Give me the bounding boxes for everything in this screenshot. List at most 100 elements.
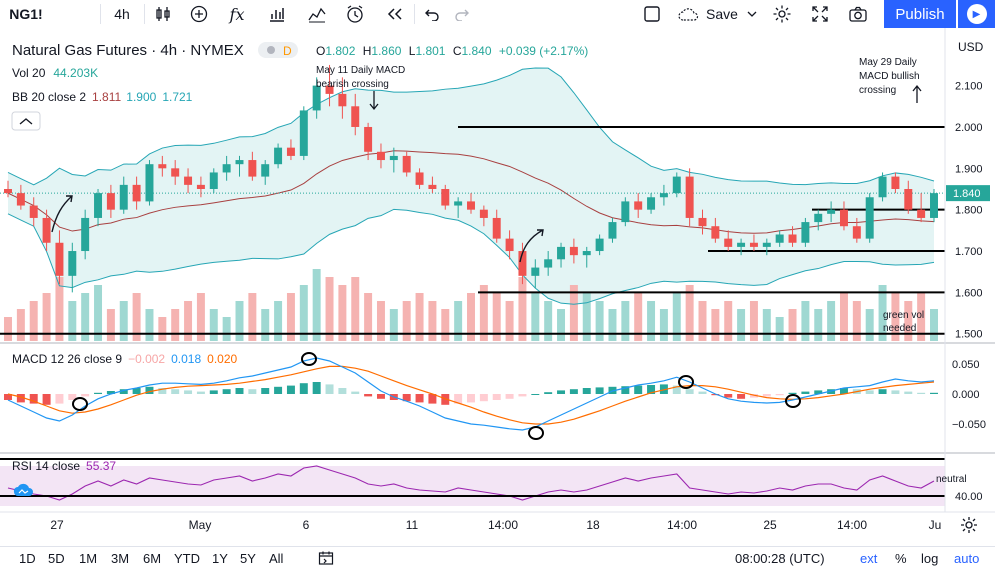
candle-body [762, 242, 771, 247]
range-button-all[interactable]: All [269, 551, 283, 566]
volume-bar [801, 301, 810, 341]
camera-icon[interactable] [846, 0, 870, 28]
play-button[interactable]: ▶ [958, 0, 995, 28]
annotation-may29[interactable]: May 29 Daily [859, 57, 917, 68]
volume-bar [145, 309, 154, 341]
price-tick-label: 1.500 [955, 329, 983, 341]
annotation-neutral[interactable]: neutral [936, 474, 967, 485]
candle-body [184, 176, 193, 185]
annotation-green-vol[interactable]: green vol [883, 310, 924, 321]
macd-histogram-bar [94, 392, 103, 394]
macd-histogram-bar [338, 388, 347, 394]
volume-bar [454, 301, 463, 341]
cloud-icon[interactable] [676, 0, 700, 28]
auto-button[interactable]: auto [954, 551, 979, 566]
settings-icon[interactable] [770, 0, 794, 28]
fx-icon[interactable]: 𝑓x [224, 0, 250, 28]
log-button[interactable]: log [921, 551, 938, 566]
compare-icon[interactable] [304, 0, 330, 28]
volume-bar [106, 309, 115, 341]
save-button[interactable]: Save [702, 0, 742, 28]
indicators-icon[interactable] [186, 0, 212, 28]
macd-histogram-bar [171, 389, 180, 394]
volume-bar [171, 309, 180, 341]
symbol-search-button[interactable]: NG1! [6, 0, 46, 28]
publish-button[interactable]: Publish [884, 0, 956, 28]
candle-body [724, 238, 733, 247]
status-badge [258, 42, 298, 58]
macd-histogram-bar [557, 390, 566, 394]
macd-histogram-bar [248, 389, 257, 394]
clock-time[interactable]: 08:00:28 (UTC) [735, 551, 825, 566]
macd-histogram-bar [801, 391, 810, 394]
macd-histogram-bar [724, 394, 733, 398]
annotation-may11[interactable]: May 11 Daily MACD [316, 65, 405, 76]
volume-bar [647, 301, 656, 341]
candle-body [659, 193, 668, 198]
macd-histogram-bar [904, 391, 913, 394]
time-tick-label: 14:00 [837, 518, 867, 532]
macd-histogram-bar [582, 388, 591, 394]
annotation-may29-line3[interactable]: crossing [859, 85, 896, 96]
annotation-green-vol-line2[interactable]: needed [883, 323, 916, 334]
range-button-5d[interactable]: 5D [48, 551, 65, 566]
candle-body [68, 251, 77, 276]
range-button-5y[interactable]: 5Y [240, 551, 256, 566]
ext-button[interactable]: ext [860, 551, 877, 566]
percent-button[interactable]: % [895, 551, 907, 566]
redo-icon[interactable] [450, 0, 474, 28]
chart-canvas[interactable]: USD 2.100 2.000 1.900 1.800 1.700 1.600 1.500 1.… [0, 28, 995, 546]
divider [144, 4, 145, 24]
macd-tick-label: −0.050 [952, 419, 986, 431]
currency-label[interactable]: USD [958, 40, 984, 54]
candle-body [492, 217, 501, 239]
fullscreen-icon[interactable] [808, 0, 832, 28]
range-button-1m[interactable]: 1M [79, 551, 97, 566]
interval-button[interactable]: 4h [106, 0, 138, 28]
collapse-legend-button[interactable] [11, 111, 41, 131]
range-button-1d[interactable]: 1D [19, 551, 36, 566]
macd-histogram-bar [196, 391, 205, 394]
macd-histogram-bar [415, 394, 424, 403]
candle-body [839, 209, 848, 227]
alert-icon[interactable] [342, 0, 368, 28]
candle-body [582, 251, 591, 256]
volume-bar [68, 301, 77, 341]
volume-bar [930, 309, 938, 341]
chart-type-icon[interactable] [150, 0, 176, 28]
annotation-may29-line2[interactable]: MACD bullish [859, 71, 920, 82]
volume-bar [685, 285, 694, 341]
volume-bar [209, 309, 218, 341]
volume-bar [184, 301, 193, 341]
top-toolbar: NG1! 4h 𝑓x Save Publish ▶ [0, 0, 995, 29]
macd-histogram-bar [184, 390, 193, 394]
macd-histogram-bar [595, 387, 604, 394]
range-button-3m[interactable]: 3M [111, 551, 129, 566]
candle-body [891, 176, 900, 189]
candle-body [467, 201, 475, 210]
volume-bar [595, 301, 604, 341]
macd-histogram-bar [81, 394, 90, 397]
price-tick-label: 2.000 [955, 122, 983, 134]
range-button-ytd[interactable]: YTD [174, 551, 200, 566]
candle-body [94, 193, 103, 218]
undo-icon[interactable] [420, 0, 444, 28]
volume-bar [274, 301, 283, 341]
replay-icon[interactable] [382, 0, 408, 28]
volume-legend: Vol 20 44.203K [12, 66, 98, 80]
financials-icon[interactable] [264, 0, 290, 28]
macd-histogram-bar [878, 389, 887, 394]
chevron-down-icon[interactable] [744, 0, 760, 28]
layout-icon[interactable] [640, 0, 664, 28]
ohlc-values: O1.802 H1.860 L1.801 C1.840 +0.039 (+2.1… [316, 44, 588, 58]
macd-histogram-bar [775, 394, 784, 396]
volume-bar [325, 277, 334, 341]
volume-bar [865, 309, 874, 341]
candle-body [852, 226, 861, 239]
candle-body [749, 242, 758, 247]
range-button-6m[interactable]: 6M [143, 551, 161, 566]
annotation-may11-line2[interactable]: bearish crossing [316, 79, 389, 90]
range-button-1y[interactable]: 1Y [212, 551, 228, 566]
macd-histogram-bar [286, 385, 295, 394]
date-range-icon[interactable] [318, 550, 334, 569]
